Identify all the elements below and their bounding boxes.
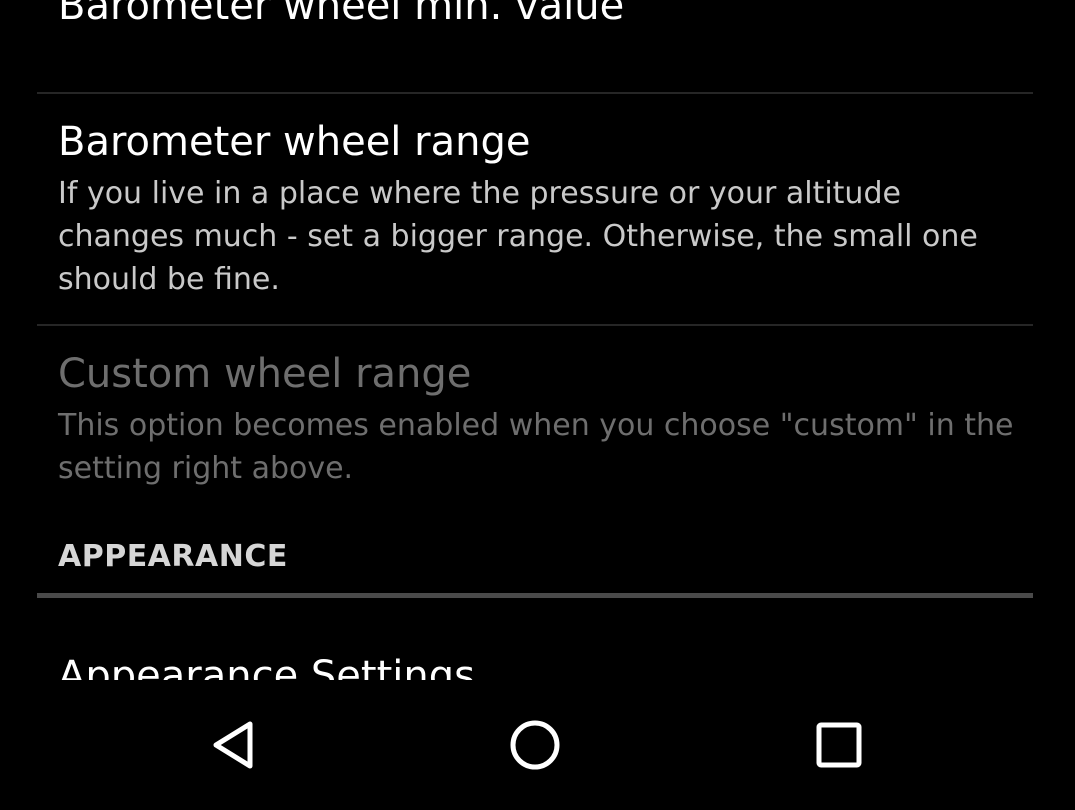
navigation-bar — [0, 680, 1075, 810]
settings-list: Barometer wheel min. value Barometer whe… — [0, 0, 1075, 680]
home-icon — [510, 720, 560, 770]
pref-title: Barometer wheel min. value — [58, 0, 625, 29]
divider — [37, 324, 1033, 326]
recents-button[interactable] — [784, 710, 894, 780]
pref-appearance-settings[interactable]: Appearance Settings — [58, 652, 1015, 680]
category-header-appearance: APPEARANCE — [58, 539, 288, 574]
category-divider — [37, 593, 1033, 598]
home-button[interactable] — [480, 710, 590, 780]
pref-summary: If you live in a place where the pressur… — [58, 176, 978, 297]
pref-title: Custom wheel range — [58, 351, 472, 397]
back-icon — [213, 721, 253, 769]
back-button[interactable] — [178, 710, 288, 780]
divider — [37, 92, 1033, 94]
pref-wheel-range[interactable]: Barometer wheel range If you live in a p… — [58, 118, 1015, 301]
pref-title: Barometer wheel range — [58, 119, 531, 165]
pref-title: Appearance Settings — [58, 653, 475, 680]
pref-summary: This option becomes enabled when you cho… — [58, 408, 1014, 486]
recents-icon — [816, 722, 862, 768]
pref-wheel-min-value[interactable]: Barometer wheel min. value — [58, 0, 1015, 30]
pref-custom-wheel-range: Custom wheel range This option becomes e… — [58, 350, 1015, 490]
